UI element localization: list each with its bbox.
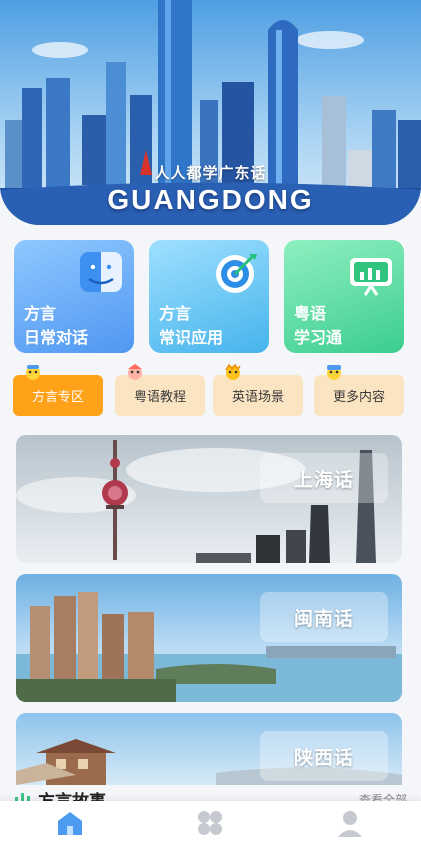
feature-card-line2: 常识应用 xyxy=(159,330,224,347)
user-icon xyxy=(338,811,362,837)
tab-more-content[interactable]: 更多内容 xyxy=(314,365,404,416)
header-banner: 人人都学广东话 GUANGDONG xyxy=(0,0,421,225)
banner-title: GUANGDONG xyxy=(107,184,314,215)
feature-card-line2: 日常对话 xyxy=(24,330,89,347)
finder-face-icon xyxy=(80,252,122,292)
mascot-icon xyxy=(26,365,40,380)
presentation-board-icon xyxy=(350,258,392,296)
nav-profile[interactable] xyxy=(335,809,365,837)
nav-home[interactable] xyxy=(55,809,85,837)
tab-label: 更多内容 xyxy=(332,389,385,404)
tab-label: 粤语教程 xyxy=(133,389,186,404)
dialect-card-shaanxi[interactable]: 陕西话 xyxy=(16,713,402,785)
bottom-nav xyxy=(0,801,421,843)
dialect-card-label: 闽南话 xyxy=(260,592,388,642)
dialect-card-label: 上海话 xyxy=(260,453,388,503)
tab-cantonese-tutorial[interactable]: 粤语教程 xyxy=(115,364,205,416)
apps-grid-icon xyxy=(198,811,222,835)
nav-apps[interactable] xyxy=(195,809,225,837)
mascot-icon xyxy=(327,365,341,380)
banner-slogan: 人人都学广东话 xyxy=(154,165,267,182)
tab-label: 英语场景 xyxy=(231,389,284,404)
tab-dialect-zone[interactable]: 方言专区 xyxy=(13,365,103,416)
mascot-icon xyxy=(128,364,142,380)
tab-english-scenes[interactable]: 英语场景 xyxy=(213,363,303,416)
feature-card-line2: 学习通 xyxy=(294,330,343,347)
feature-card-line1: 方言 xyxy=(159,306,192,323)
dialect-card-shanghai[interactable]: 上海话 xyxy=(16,435,402,563)
dialect-card-label: 陕西话 xyxy=(260,731,388,781)
feature-card-common-knowledge[interactable]: 方言 常识应用 xyxy=(149,240,269,353)
feature-card-cantonese-study[interactable]: 粤语 学习通 xyxy=(284,240,404,353)
tab-label: 方言专区 xyxy=(31,389,84,404)
feature-card-daily-dialogue[interactable]: 方言 日常对话 xyxy=(14,240,134,353)
feature-card-line1: 粤语 xyxy=(294,306,327,323)
home-icon xyxy=(58,812,82,835)
dialect-card-minnan[interactable]: 闽南话 xyxy=(16,574,402,702)
feature-card-line1: 方言 xyxy=(24,306,57,323)
target-icon xyxy=(216,254,257,293)
mascot-icon xyxy=(225,363,241,380)
